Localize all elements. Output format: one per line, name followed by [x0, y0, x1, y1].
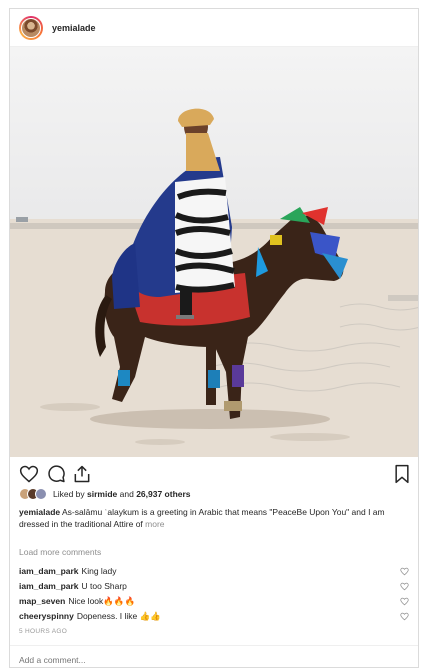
comment-username[interactable]: cheeryspinny [19, 611, 74, 621]
comment-icon[interactable] [46, 464, 66, 484]
avatar[interactable] [19, 15, 43, 40]
likes-count[interactable]: 26,937 others [136, 489, 190, 499]
post-card: yemialade Liked by sirmide and 26,937 ot… [9, 8, 419, 668]
post-header: yemialade [10, 9, 418, 47]
comment-username[interactable]: map_seven [19, 596, 65, 606]
post-timestamp: 5 HOURS AGO [19, 628, 68, 635]
comment-item: cheeryspinny Dopeness. I like 👍👍 [19, 609, 409, 624]
comment-text: Dopeness. I like 👍👍 [76, 611, 161, 621]
comment-username[interactable]: iam_dam_park [19, 566, 79, 576]
comment-text: King lady [81, 566, 117, 576]
comment-username[interactable]: iam_dam_park [19, 581, 79, 591]
caption-more-link[interactable]: more [145, 519, 164, 529]
comment-heart-icon[interactable] [400, 567, 409, 576]
load-more-comments-link[interactable]: Load more comments [19, 547, 101, 557]
heart-icon[interactable] [19, 464, 39, 484]
action-bar [10, 464, 418, 488]
divider [10, 645, 418, 646]
comment-item: map_seven Nice look🔥🔥🔥 [19, 594, 409, 609]
comment-item: iam_dam_park U too Sharp [19, 579, 409, 594]
comment-heart-icon[interactable] [400, 597, 409, 606]
post-caption: yemialade As-salāmu ʿalaykum is a greeti… [19, 506, 409, 530]
post-photo[interactable] [10, 47, 418, 457]
post-username[interactable]: yemialade [52, 23, 96, 33]
comment-text: U too Sharp [81, 581, 127, 591]
likes-row: Liked by sirmide and 26,937 others [19, 488, 191, 500]
likes-middle: and [117, 489, 137, 499]
comment-item: iam_dam_park King lady [19, 564, 409, 579]
share-icon[interactable] [72, 464, 92, 484]
liker-username[interactable]: sirmide [87, 489, 117, 499]
liker-avatar[interactable] [35, 488, 47, 500]
comments-list: iam_dam_park King lady iam_dam_park U too … [19, 564, 409, 624]
bookmark-icon[interactable] [392, 464, 412, 484]
horse-rider-photo [10, 47, 418, 457]
caption-text: As-salāmu ʿalaykum is a greeting in Arab… [19, 507, 385, 529]
add-comment-input[interactable] [19, 655, 399, 665]
caption-username[interactable]: yemialade [19, 507, 60, 517]
likes-text: Liked by sirmide and 26,937 others [53, 489, 191, 499]
comment-text: Nice look🔥🔥🔥 [68, 596, 136, 606]
likes-prefix: Liked by [53, 489, 88, 499]
comment-heart-icon[interactable] [400, 612, 409, 621]
comment-heart-icon[interactable] [400, 582, 409, 591]
